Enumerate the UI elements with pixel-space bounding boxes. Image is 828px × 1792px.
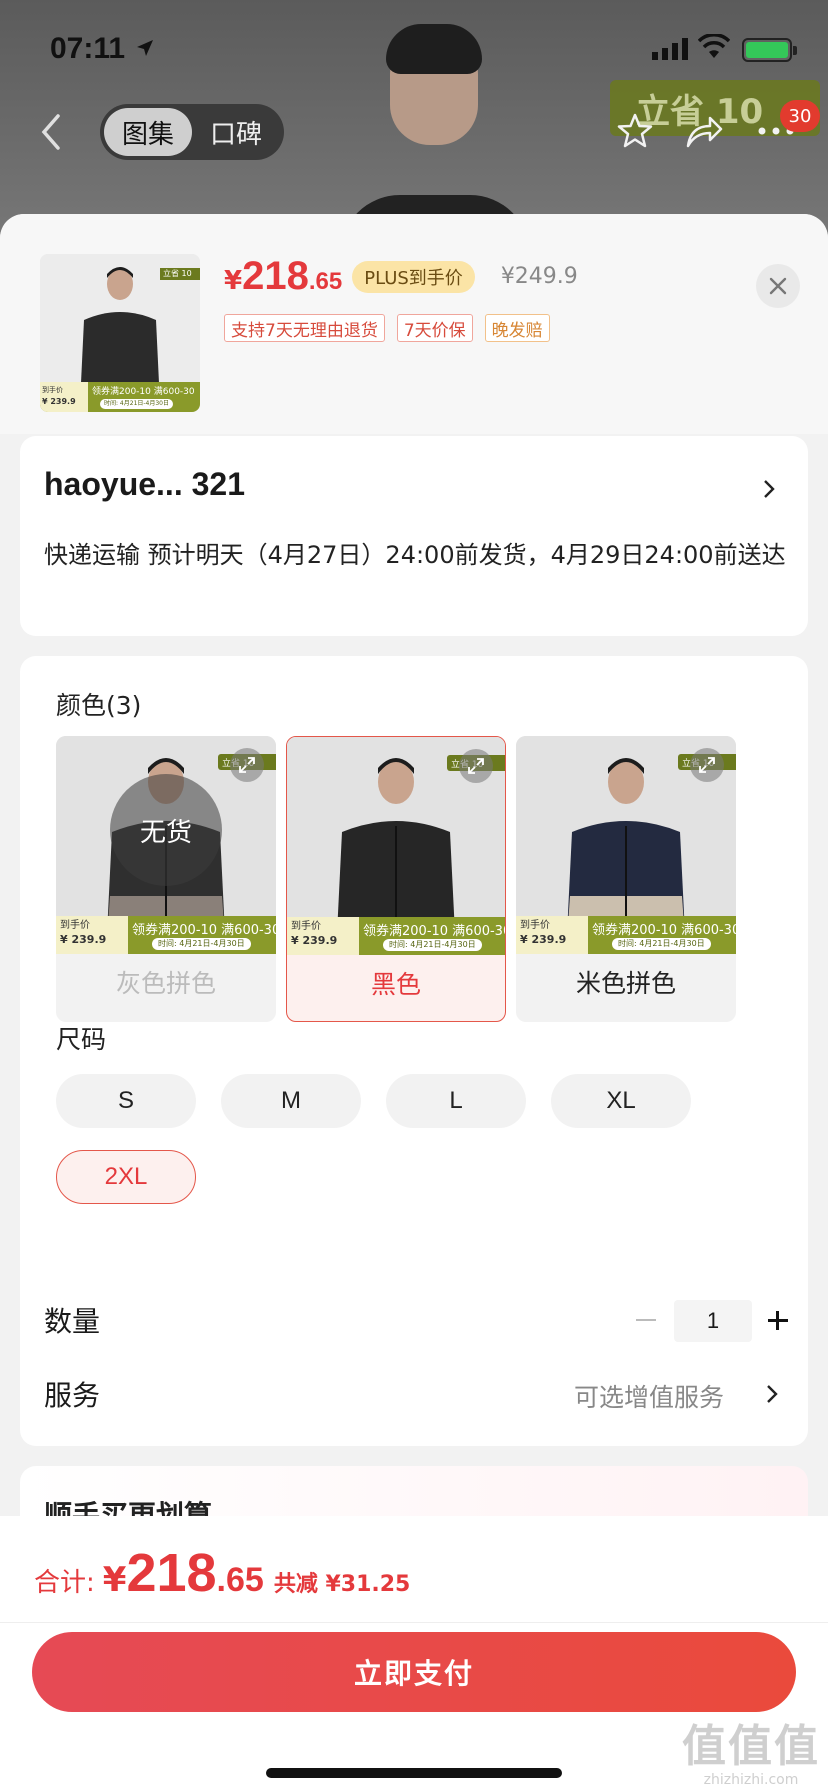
thumb-price-label: 到手价 bbox=[42, 386, 63, 394]
battery-icon bbox=[742, 38, 797, 62]
coupon-price: ¥ 239.9 bbox=[520, 933, 567, 946]
cellular-signal-icon bbox=[652, 38, 688, 60]
plus-price-tag: PLUS到手价 bbox=[352, 260, 475, 293]
total-label: 合计: bbox=[34, 1568, 95, 1598]
coupon-date: 时间: 4月21日-4月30日 bbox=[383, 939, 482, 951]
service-label: 服务 bbox=[44, 1379, 101, 1412]
price-symbol: ¥ bbox=[224, 266, 243, 296]
tag-price-protect: 7天价保 bbox=[396, 314, 473, 342]
favorite-star-icon[interactable] bbox=[616, 112, 654, 150]
price-block: ¥ 218 .65 PLUS到手价 ¥249.9 bbox=[224, 254, 578, 299]
address-card[interactable]: haoyue... 321 快递运输 预计明天（4月27日）24:00前发货，4… bbox=[20, 436, 808, 636]
coupon-date: 时间: 4月21日-4月30日 bbox=[152, 938, 251, 950]
size-option-l[interactable]: L bbox=[386, 1074, 526, 1128]
tag-7day-return: 支持7天无理由退货 bbox=[224, 314, 385, 342]
zoom-expand-icon[interactable] bbox=[230, 748, 264, 782]
watermark-site: zhizhizhi.com bbox=[703, 1772, 799, 1788]
size-option-2xl[interactable]: 2XL bbox=[56, 1150, 196, 1204]
zoom-expand-icon[interactable] bbox=[459, 749, 493, 783]
zoom-expand-icon[interactable] bbox=[690, 748, 724, 782]
divider bbox=[0, 1622, 828, 1623]
service-tags: 支持7天无理由退货 7天价保 晚发赔 bbox=[224, 314, 550, 342]
close-button[interactable] bbox=[756, 264, 800, 308]
price-integer: 218 bbox=[242, 254, 309, 298]
location-arrow-icon bbox=[137, 40, 153, 56]
thumb-price: ¥ 239.9 bbox=[42, 397, 76, 406]
coupon-strip: 到手价 ¥ 239.9 领券满200-10 满600-30 时间: 4月21日-4月3… bbox=[287, 917, 505, 955]
tag-late-compensation: 晚发赔 bbox=[484, 314, 550, 342]
color-section-title: 颜色(3) bbox=[56, 691, 142, 720]
watermark: 值值值 zhizhizhi.com bbox=[676, 1710, 826, 1790]
coupon-price-label: 到手价 bbox=[291, 921, 321, 932]
chevron-right-icon bbox=[767, 1385, 778, 1403]
total-summary: 合计: ¥ 218 .65 共减 ¥31.25 bbox=[34, 1542, 410, 1604]
thumb-coupon-text: 领券满200-10 满600-30 bbox=[92, 387, 195, 397]
quantity-value[interactable]: 1 bbox=[674, 1300, 752, 1342]
coupon-strip: 到手价 ¥ 239.9 领券满200-10 满600-30 时间: 4月21日-4月3… bbox=[516, 916, 736, 954]
coupon-price-label: 到手价 bbox=[60, 920, 90, 931]
size-option-s[interactable]: S bbox=[56, 1074, 196, 1128]
total-symbol: ¥ bbox=[102, 1560, 127, 1600]
chevron-right-icon bbox=[764, 480, 775, 498]
recipient-name: haoyue... 321 bbox=[44, 466, 245, 502]
shipping-estimate: 快递运输 预计明天（4月27日）24:00前发货，4月29日24:00前送达 bbox=[44, 541, 786, 569]
price-decimal: .65 bbox=[308, 268, 343, 295]
out-of-stock-overlay: 无货 bbox=[110, 774, 222, 886]
product-thumbnail[interactable]: 立省 10 到手价 ¥ 239.9 领券满200-10 满600-30 时间: … bbox=[40, 254, 200, 412]
coupon-text: 领券满200-10 满600-30 bbox=[592, 923, 736, 938]
color-option-label: 灰色拼色 bbox=[115, 969, 216, 998]
decrement-button[interactable] bbox=[636, 1319, 656, 1321]
thumb-coupon-date: 时间: 4月21日-4月30日 bbox=[100, 399, 173, 409]
service-value[interactable]: 可选增值服务 bbox=[574, 1378, 724, 1414]
coupon-price: ¥ 239.9 bbox=[291, 934, 338, 947]
watermark-logo: 值值值 bbox=[682, 1721, 820, 1772]
size-option-xl[interactable]: XL bbox=[551, 1074, 691, 1128]
color-options: 立省 10到手价¥ 239.9领券满200-10 满600-30时间: 4月21… bbox=[56, 736, 736, 1022]
share-icon[interactable] bbox=[684, 112, 724, 150]
message-count-badge: 30 bbox=[780, 100, 820, 132]
color-option-black[interactable]: 立省 10到手价¥ 239.9领券满200-10 满600-30时间: 4月21… bbox=[286, 736, 506, 1022]
size-section-title: 尺码 bbox=[56, 1025, 107, 1054]
coupon-strip: 到手价 ¥ 239.9 领券满200-10 满600-30 时间: 4月21日-4月3… bbox=[56, 916, 276, 954]
color-option-beige-blocked[interactable]: 立省 10到手价¥ 239.9领券满200-10 满600-30时间: 4月21… bbox=[516, 736, 736, 1022]
total-integer: 218 bbox=[126, 1543, 217, 1603]
coupon-price: ¥ 239.9 bbox=[60, 933, 107, 946]
coupon-text: 领券满200-10 满600-30 bbox=[363, 924, 506, 939]
color-option-label: 黑色 bbox=[370, 970, 421, 999]
quantity-stepper: 1 bbox=[610, 1300, 794, 1342]
product-summary: 立省 10 到手价 ¥ 239.9 领券满200-10 满600-30 时间: … bbox=[0, 214, 828, 434]
thumb-coupon-strip: 到手价 ¥ 239.9 领券满200-10 满600-30 时间: 4月21日-… bbox=[40, 382, 200, 412]
original-price: ¥249.9 bbox=[500, 264, 578, 289]
thumb-savings-badge: 立省 10 bbox=[160, 268, 200, 280]
pay-now-button[interactable]: 立即支付 bbox=[32, 1632, 796, 1712]
checkout-bar: 合计: ¥ 218 .65 共减 ¥31.25 立即支付 值值值 zhizhiz… bbox=[0, 1516, 828, 1792]
back-chevron-icon[interactable] bbox=[38, 112, 64, 152]
status-time: 07:11 bbox=[50, 32, 126, 65]
plus-icon bbox=[776, 1311, 779, 1330]
tab-gallery[interactable]: 图集 bbox=[104, 108, 192, 156]
wifi-icon bbox=[698, 34, 730, 58]
total-decimal: .65 bbox=[216, 1561, 264, 1599]
coupon-text: 领券满200-10 满600-30 bbox=[132, 923, 276, 938]
coupon-price-label: 到手价 bbox=[520, 920, 550, 931]
color-option-label: 米色拼色 bbox=[575, 969, 676, 998]
total-discount: 共减 ¥31.25 bbox=[273, 1572, 411, 1597]
color-option-gray-blocked[interactable]: 立省 10到手价¥ 239.9领券满200-10 满600-30时间: 4月21… bbox=[56, 736, 276, 1022]
media-tab-switch: 图集 口碑 bbox=[100, 104, 284, 160]
options-card: 颜色(3) 立省 10到手价¥ 239.9领券满200-10 满600-30时间… bbox=[20, 656, 808, 1446]
close-icon bbox=[769, 277, 787, 295]
quantity-label: 数量 bbox=[44, 1305, 101, 1338]
tab-reviews[interactable]: 口碑 bbox=[192, 108, 280, 156]
coupon-date: 时间: 4月21日-4月30日 bbox=[612, 938, 711, 950]
home-indicator bbox=[266, 1768, 562, 1778]
size-option-m[interactable]: M bbox=[221, 1074, 361, 1128]
